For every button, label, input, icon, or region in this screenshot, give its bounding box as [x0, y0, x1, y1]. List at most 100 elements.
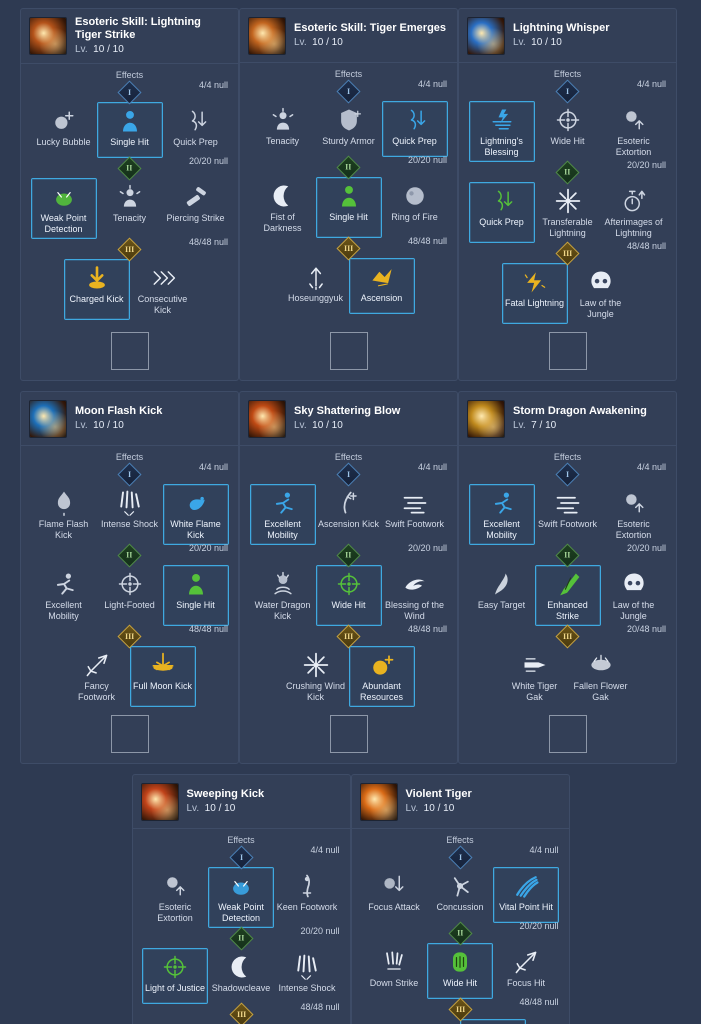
tripod-node[interactable]: Piercing Strike: [163, 178, 229, 239]
tier-numeral: I: [127, 87, 132, 97]
tripod-node[interactable]: Fist of Darkness: [250, 177, 316, 238]
tripod-node[interactable]: Enhanced Strike: [534, 565, 601, 626]
tripod-node[interactable]: Fallen Flower Gak: [568, 646, 634, 707]
tripod-node[interactable]: Fatal Lightning: [501, 263, 568, 324]
tripod-node[interactable]: Tenacity: [97, 178, 163, 239]
tripod-node[interactable]: Esoteric Extortion: [601, 484, 667, 545]
tripod-node[interactable]: Single Hit: [162, 565, 229, 626]
tripod-node[interactable]: Easy Target: [469, 565, 535, 626]
empty-gem-slot[interactable]: [329, 332, 368, 370]
moon-flash-icon: [29, 399, 67, 438]
tripod-node[interactable]: Transferable Lightning: [535, 182, 601, 243]
tripod-node[interactable]: Weak Point Detection: [30, 178, 97, 239]
tier-numeral: II: [126, 163, 133, 173]
tripod-node[interactable]: Afterimages of Lightning: [601, 182, 667, 243]
tripod-node[interactable]: Down Strike: [361, 943, 427, 999]
tripod-node[interactable]: Full Moon Kick: [129, 646, 196, 707]
tripod-node[interactable]: Excellent Mobility: [249, 484, 316, 545]
empty-gem-slot[interactable]: [548, 715, 587, 753]
tripod-node[interactable]: White Tiger Gak: [502, 646, 568, 707]
tripod-node[interactable]: Focus Hit: [493, 943, 559, 999]
skill-level: Lv. 10 / 10: [513, 37, 610, 49]
tripod-node-label: Quick Prep: [479, 217, 524, 227]
tripod-node[interactable]: Swift Footwork: [535, 484, 601, 545]
skill-card[interactable]: Sky Shattering Blow Lv. 10 / 10 Effects 4/4…: [239, 391, 458, 764]
tripod-node[interactable]: Light-Footed: [97, 565, 163, 626]
skill-card[interactable]: Moon Flash Kick Lv. 10 / 10 Effects 4/4 nul…: [20, 391, 239, 764]
empty-gem-slot[interactable]: [329, 715, 368, 753]
tier-numeral: III: [562, 631, 573, 641]
tripod-node[interactable]: Single Hit: [315, 177, 382, 238]
tripod-node[interactable]: Esoteric Extortion: [142, 867, 208, 928]
tripod-node[interactable]: Wide Hit: [535, 101, 601, 162]
flame-kick-icon: [50, 489, 78, 517]
tripod-node[interactable]: Tenacity: [250, 101, 316, 157]
tripod-node[interactable]: Wide Hit: [315, 565, 382, 626]
tripod-node-row: Excellent Mobility Light-Footed Single Hit: [25, 565, 234, 626]
tripod-node[interactable]: Efficient Strike: [394, 1019, 460, 1024]
tripod-node[interactable]: Esoteric Extortion: [601, 101, 667, 162]
tripod-node[interactable]: Fancy Footwork: [64, 646, 130, 707]
tripod-node[interactable]: Quick Prep: [468, 182, 535, 243]
tripod-node[interactable]: Water Dragon Kick: [250, 565, 316, 626]
tripod-node[interactable]: Quick Prep: [163, 102, 229, 158]
skill-card[interactable]: Sweeping Kick Lv. 10 / 10 Effects 4/4 null I…: [131, 774, 351, 1024]
tripod-node[interactable]: Lightning's Blessing: [468, 101, 535, 162]
tripod-node[interactable]: Flame Flash Kick: [31, 484, 97, 545]
tripod-node[interactable]: Weak Point Detection: [208, 867, 274, 928]
tripod-node[interactable]: Keen Footwork: [274, 867, 340, 928]
tripod-node-label: Ascension Kick: [317, 519, 380, 529]
tripod-node[interactable]: Intense Shock: [274, 948, 340, 1004]
tripod-node[interactable]: Charged Kick: [63, 259, 130, 320]
tier-numeral: I: [346, 469, 351, 479]
tripod-node[interactable]: Abundant Resources: [348, 646, 415, 707]
tripod-node[interactable]: Quick Prep: [381, 101, 448, 157]
tripod-node[interactable]: Vital Point Hit: [493, 867, 559, 923]
tripod-node[interactable]: Ascension Kick: [316, 484, 382, 545]
tripod-node[interactable]: Focus Attack: [361, 867, 427, 923]
tripod-node[interactable]: Blessing of the Wind: [382, 565, 448, 626]
tripod-node[interactable]: Wide Hit: [427, 943, 493, 999]
tripod-node[interactable]: Lucky Bubble: [31, 102, 97, 158]
tripod-node-row: Excellent Mobility Swift Footwork Esoteric…: [463, 484, 672, 545]
tripod-node-label: Light of Justice: [144, 983, 206, 993]
tripod-node[interactable]: Sturdy Armor: [316, 101, 382, 157]
tripod-node[interactable]: Excellent Mobility: [31, 565, 97, 626]
tripod-node[interactable]: Law of the Jungle: [568, 263, 634, 324]
tripod-node[interactable]: Ring of Fire: [382, 177, 448, 238]
tripod-node[interactable]: Consecutive Kick: [130, 259, 196, 320]
skill-level-value: 10 / 10: [531, 37, 562, 48]
tripod-node-row: Esoteric Extortion Weak Point Detection Ke…: [137, 867, 346, 928]
tripod-node-label: Excellent Mobility: [483, 519, 520, 540]
tripod-node[interactable]: Intense Shock: [97, 484, 163, 545]
tripod-node[interactable]: Crushing Wind Kick: [283, 646, 349, 707]
tripod-node[interactable]: Swift Footwork: [382, 484, 448, 545]
skill-card[interactable]: Esoteric Skill: Tiger Emerges Lv. 10 / 10…: [239, 8, 458, 381]
sweeping-kick-icon: [140, 782, 179, 821]
crescent-moon-icon: [227, 953, 255, 981]
tripod-node[interactable]: Howangah: [460, 1019, 526, 1024]
tripod-node[interactable]: Excellent Mobility: [468, 484, 535, 545]
tripod-node[interactable]: Ascension: [348, 258, 415, 314]
empty-gem-slot[interactable]: [548, 332, 587, 370]
lightning-bolt-icon: [467, 16, 505, 55]
skill-card[interactable]: Esoteric Skill: Lightning Tiger Strike Lv…: [20, 8, 239, 381]
tripod-node[interactable]: Shadowcleave: [208, 948, 274, 1004]
tripod-tier: 48/48 nullIIIPure ExcellenceExaggerated …: [137, 1001, 346, 1024]
tripod-node[interactable]: Hoseunggyuk: [283, 258, 349, 314]
skill-level: Lv. 10 / 10: [75, 44, 230, 56]
skill-card[interactable]: Storm Dragon Awakening Lv. 7 / 10 Effects 4…: [458, 391, 677, 764]
lightning-blessing-icon: [488, 106, 516, 134]
skill-card[interactable]: Lightning Whisper Lv. 10 / 10 Effects 4/4 n…: [458, 8, 677, 381]
tripod-node[interactable]: White Flame Kick: [162, 484, 229, 545]
empty-gem-slot[interactable]: [110, 332, 149, 370]
tier-marker: I: [463, 461, 672, 487]
easy-target-icon: [488, 570, 516, 598]
skill-card[interactable]: Violent Tiger Lv. 10 / 10 Effects 4/4 null I…: [350, 774, 570, 1024]
tripod-node[interactable]: Concussion: [427, 867, 493, 923]
tripod-node[interactable]: Light of Justice: [142, 948, 208, 1004]
empty-gem-slot[interactable]: [110, 715, 149, 753]
tripod-node[interactable]: Single Hit: [96, 102, 163, 158]
tripod-node[interactable]: Law of the Jungle: [601, 565, 667, 626]
tier-marker: II: [463, 159, 672, 185]
